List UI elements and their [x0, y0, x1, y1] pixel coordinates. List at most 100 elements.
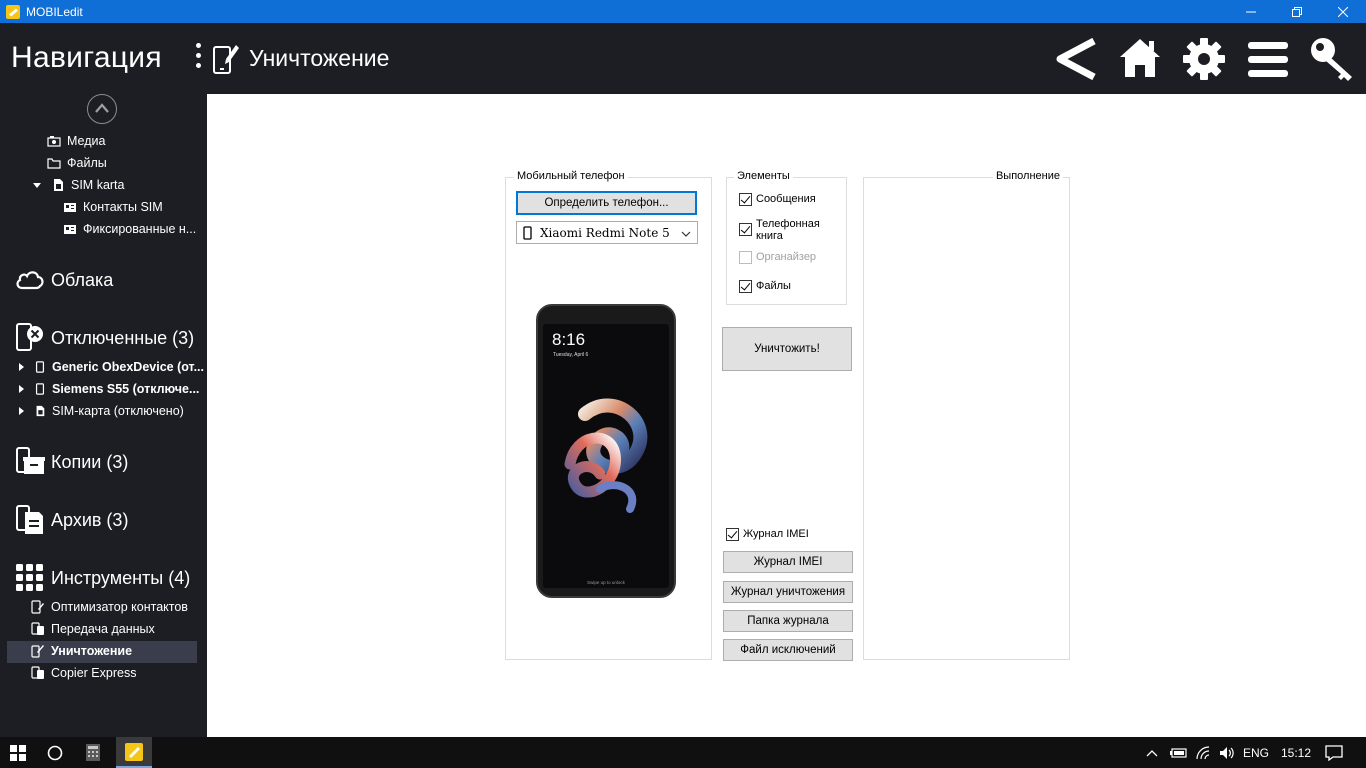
expand-down-icon[interactable]: [33, 182, 41, 188]
copier-icon: [31, 666, 44, 679]
checkbox-checked-icon[interactable]: [726, 528, 739, 541]
sidebar-item-files[interactable]: Файлы: [47, 156, 107, 170]
transfer-icon: [31, 622, 44, 635]
windows-taskbar: ENG 15:12: [0, 737, 1366, 768]
sim-icon: [36, 405, 45, 417]
grid-icon: [16, 564, 43, 591]
network-status[interactable]: [1193, 737, 1215, 768]
input-language[interactable]: ENG: [1243, 746, 1269, 760]
start-button[interactable]: [0, 737, 36, 768]
sidebar-item-data-transfer[interactable]: Передача данных: [31, 622, 155, 636]
more-options-icon[interactable]: [193, 43, 203, 73]
chevron-down-icon: [681, 231, 691, 237]
clock[interactable]: 15:12: [1281, 746, 1311, 760]
wifi-icon: [1196, 745, 1210, 759]
contacts-icon: [64, 203, 76, 212]
sidebar-item-generic-obex[interactable]: Generic ObexDevice (от...: [19, 360, 204, 374]
phone-icon: [523, 225, 532, 240]
back-icon[interactable]: [1052, 35, 1100, 83]
phonebook-checkbox[interactable]: Телефонная книга: [739, 218, 826, 242]
wallpaper-swirl-image: [564, 398, 648, 513]
main-content: Мобильный телефон Определить телефон... …: [207, 94, 1366, 737]
window-title: MOBILedit: [26, 4, 83, 19]
exceptions-file-button[interactable]: Файл исключений: [723, 639, 853, 661]
sidebar-item-shredder[interactable]: Уничтожение: [31, 644, 132, 658]
sim-icon: [54, 179, 63, 191]
detect-phone-button[interactable]: Определить телефон...: [516, 191, 697, 215]
chevron-up-icon: [95, 103, 109, 113]
organizer-checkbox[interactable]: Органайзер: [739, 251, 816, 264]
contacts-icon: [64, 225, 76, 234]
expand-right-icon[interactable]: [19, 385, 24, 393]
search-button[interactable]: [38, 737, 72, 768]
destroy-button[interactable]: Уничтожить!: [722, 327, 852, 371]
checkbox-checked-icon[interactable]: [739, 193, 752, 206]
log-folder-button[interactable]: Папка журнала: [723, 610, 853, 632]
battery-status[interactable]: [1168, 737, 1190, 768]
backup-icon: [16, 447, 45, 474]
sidebar-item-sim-card-disconnected[interactable]: SIM-карта (отключено): [19, 404, 184, 418]
close-button[interactable]: [1320, 0, 1366, 23]
chevron-up-icon: [1146, 749, 1158, 756]
navigation-title: Навигация: [11, 41, 162, 74]
phone-disconnected-icon: [16, 323, 43, 351]
phone-screen: 8:16 Tuesday, April 6 Swipe up to unlock: [543, 324, 669, 588]
sidebar-item-fixed-numbers[interactable]: Фиксированные н...: [63, 222, 196, 236]
sidebar-section-clouds[interactable]: Облака: [14, 264, 113, 296]
window-controls: [1228, 0, 1366, 23]
calculator-icon: [86, 744, 100, 761]
volume-control[interactable]: [1216, 737, 1238, 768]
messages-checkbox[interactable]: Сообщения: [739, 193, 816, 206]
phone-icon: [35, 361, 45, 373]
checkbox-unchecked-icon[interactable]: [739, 251, 752, 264]
taskbar-mobiledit[interactable]: [116, 737, 152, 768]
app-header: Навигация Уничтожение: [0, 23, 1366, 94]
home-icon[interactable]: [1116, 35, 1164, 83]
sidebar-item-copier-express[interactable]: Copier Express: [31, 666, 136, 680]
phone-image: 8:16 Tuesday, April 6 Swipe up to unlock: [536, 304, 676, 598]
checkbox-checked-icon[interactable]: [739, 223, 752, 236]
windows-logo-icon: [10, 744, 26, 761]
battery-icon: [1170, 747, 1187, 758]
destruction-log-button[interactable]: Журнал уничтожения: [723, 581, 853, 603]
folder-icon: [47, 158, 61, 169]
sidebar-section-copies[interactable]: Копии (3): [14, 446, 128, 478]
notification-icon: [1325, 744, 1343, 761]
taskbar-calculator[interactable]: [76, 737, 110, 768]
title-bar: MOBILedit: [0, 0, 1366, 23]
page-title: Уничтожение: [249, 45, 390, 71]
checkbox-checked-icon[interactable]: [739, 280, 752, 293]
action-center-button[interactable]: [1320, 737, 1348, 768]
files-checkbox[interactable]: Файлы: [739, 280, 791, 293]
imei-log-checkbox[interactable]: Журнал IMEI: [726, 528, 809, 541]
phone-icon: [35, 383, 45, 395]
imei-log-button[interactable]: Журнал IMEI: [723, 551, 853, 573]
contact-optimizer-icon: [31, 600, 44, 614]
sidebar-item-sim-contacts[interactable]: Контакты SIM: [63, 200, 163, 214]
media-icon: [47, 136, 61, 147]
show-hidden-icons-button[interactable]: [1142, 737, 1162, 768]
expand-right-icon[interactable]: [19, 407, 24, 415]
sidebar-section-tools[interactable]: Инструменты (4): [14, 562, 190, 594]
sidebar-section-disconnected[interactable]: Отключенные (3): [14, 322, 194, 354]
sidebar-section-archive[interactable]: Архив (3): [14, 504, 128, 536]
restore-button[interactable]: [1274, 0, 1320, 23]
mobiledit-icon: [125, 742, 143, 761]
expand-right-icon[interactable]: [19, 363, 24, 371]
sidebar-item-sim-karta[interactable]: SIM karta: [33, 178, 125, 192]
collapse-up-button[interactable]: [87, 94, 117, 124]
sidebar-item-media[interactable]: Медиа: [47, 134, 105, 148]
menu-icon[interactable]: [1244, 35, 1292, 83]
cloud-icon: [16, 271, 44, 290]
app-logo-icon: [6, 4, 20, 19]
sidebar-item-contact-optimizer[interactable]: Оптимизатор контактов: [31, 600, 188, 614]
phone-select-dropdown[interactable]: Xiaomi Redmi Note 5: [516, 221, 698, 244]
archive-icon: [16, 505, 43, 534]
gear-icon[interactable]: [1180, 35, 1228, 83]
sidebar-item-siemens-s55[interactable]: Siemens S55 (отключе...: [19, 382, 199, 396]
progress-group: Выполнение: [863, 170, 1070, 660]
minimize-button[interactable]: [1228, 0, 1274, 23]
cortana-icon: [47, 745, 63, 760]
key-icon[interactable]: [1308, 35, 1356, 83]
shredder-icon: [213, 45, 239, 74]
